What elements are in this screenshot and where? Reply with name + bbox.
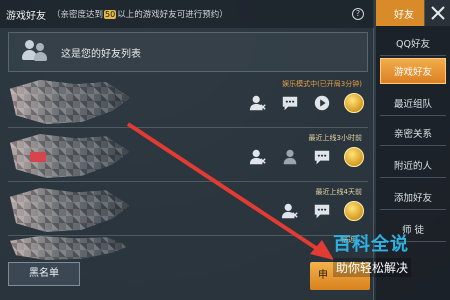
friend-actions — [248, 93, 364, 113]
sidebar-title: 好友 — [394, 9, 414, 21]
friend-row[interactable]: 最近... — [8, 232, 368, 260]
help-icon[interactable]: ? — [352, 8, 364, 20]
friend-list-header: 这是您的好友列表 — [8, 32, 368, 72]
remove-friend-icon[interactable] — [248, 147, 268, 167]
sidebar-item-qq-friends[interactable]: QQ好友 — [380, 30, 446, 56]
friend-list-label: 这是您的好友列表 — [61, 48, 141, 60]
panel-header: 游戏好友 （亲密度达到 50 以上的游戏好友可进行预约） ? — [0, 0, 374, 28]
spectate-icon[interactable] — [312, 93, 332, 113]
note-highlight: 50 — [104, 10, 117, 19]
blacklist-button[interactable]: 黑名单 — [8, 262, 80, 286]
friend-status: 最近上线3小时前 — [308, 134, 362, 142]
friend-status: 最近上线4天前 — [315, 188, 362, 196]
close-icon — [431, 6, 445, 20]
sidebar-item-add-friend[interactable]: 添加好友 — [380, 184, 446, 210]
gift-coin-icon[interactable] — [344, 201, 364, 221]
people-icon — [21, 37, 51, 67]
friend-avatar-blurred — [10, 188, 130, 232]
remove-friend-icon[interactable] — [280, 201, 300, 221]
friend-row[interactable]: 最近上线4天前 — [8, 184, 368, 236]
friend-avatar-blurred — [10, 236, 130, 260]
close-button[interactable] — [424, 0, 450, 26]
sidebar-item-nearby[interactable]: 附近的人 — [380, 152, 446, 178]
friend-avatar-blurred — [10, 134, 130, 178]
friend-actions — [280, 201, 364, 221]
chat-icon[interactable] — [312, 147, 332, 167]
sidebar-item-game-friends[interactable]: 游戏好友 — [380, 58, 446, 84]
intimacy-note: （亲密度达到 50 以上的游戏好友可进行预约） — [52, 8, 228, 20]
note-prefix: （亲密度达到 — [52, 10, 104, 20]
friend-row[interactable]: 最近上线3小时前 — [8, 130, 368, 182]
watermark: 百科全说 助你轻松解决 — [333, 230, 447, 294]
chat-icon[interactable] — [312, 201, 332, 221]
remove-friend-icon[interactable] — [248, 93, 268, 113]
friend-avatar-blurred — [10, 80, 130, 124]
friends-panel: 游戏好友 （亲密度达到 50 以上的游戏好友可进行预约） ? 这是您的好友列表 娱乐… — [0, 0, 374, 300]
friend-actions — [248, 147, 364, 167]
watermark-title: 百科全说 — [333, 234, 409, 255]
friend-status: 娱乐模式中(已开局3分钟) — [282, 80, 362, 88]
invite-icon[interactable] — [280, 147, 300, 167]
gift-coin-icon[interactable] — [344, 93, 364, 113]
note-suffix: 以上的游戏好友可进行预约） — [117, 10, 228, 20]
gift-coin-icon[interactable] — [344, 147, 364, 167]
sidebar-item-intimacy[interactable]: 亲密关系 — [380, 120, 446, 146]
chat-icon[interactable] — [280, 93, 300, 113]
panel-title: 游戏好友 — [6, 10, 46, 22]
watermark-subtitle: 助你轻松解决 — [333, 258, 412, 277]
friend-row[interactable]: 娱乐模式中(已开局3分钟) — [8, 76, 368, 128]
sidebar-item-recent-team[interactable]: 最近组队 — [380, 90, 446, 116]
